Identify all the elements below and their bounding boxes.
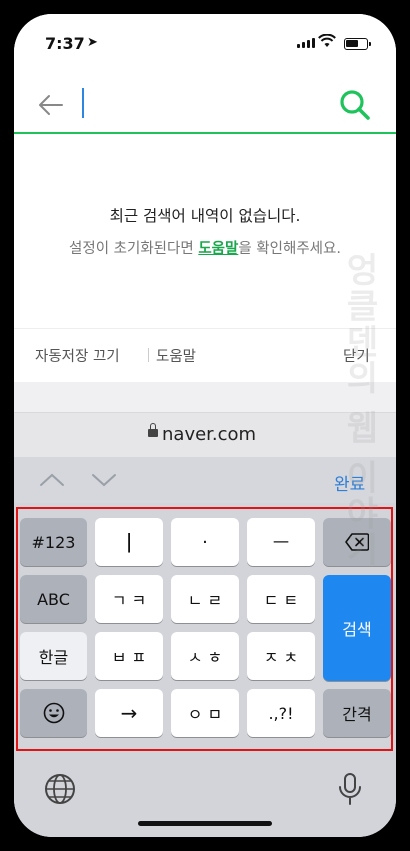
key-giyeok-kieuk[interactable]: ㄱ ㅋ	[95, 575, 163, 623]
search-icon[interactable]	[338, 88, 372, 122]
search-bar	[14, 76, 396, 134]
key-siot-hieut[interactable]: ㅅ ㅎ	[171, 632, 239, 680]
url-text: naver.com	[162, 424, 257, 445]
text-cursor	[82, 88, 84, 118]
no-history-text: 최근 검색어 내역이 없습니다.	[109, 207, 301, 225]
wifi-icon	[318, 33, 336, 52]
home-indicator	[138, 821, 272, 826]
key-hangul[interactable]: 한글	[20, 632, 87, 680]
chevron-down-icon[interactable]	[90, 467, 118, 493]
key-bieup-pieup[interactable]: ㅂ ㅍ	[95, 632, 163, 680]
location-arrow-icon: ➤	[87, 35, 98, 50]
keyboard-toolbar: 완료	[14, 457, 396, 503]
key-jieut-chieut[interactable]: ㅈ ㅊ	[247, 632, 315, 680]
autosave-off-button[interactable]: 자동저장 끄기	[35, 345, 120, 366]
page-spacer	[14, 382, 396, 412]
key-abc[interactable]: ABC	[20, 575, 87, 623]
key-arrow-right[interactable]: →	[95, 689, 163, 737]
lock-icon	[148, 423, 158, 437]
key-dot[interactable]: ·	[171, 518, 239, 566]
help-button[interactable]: 도움말	[156, 345, 196, 366]
empty-history-message: 최근 검색어 내역이 없습니다. 설정이 초기화된다면 도움말을 확인해주세요.	[14, 136, 396, 328]
help-link[interactable]: 도움말	[198, 241, 238, 257]
search-key[interactable]: 검색	[323, 575, 391, 681]
key-ieung-mieum[interactable]: ㅇ ㅁ	[171, 689, 239, 737]
space-key[interactable]: 간격	[323, 689, 391, 737]
backspace-key[interactable]	[323, 518, 391, 566]
backspace-icon	[345, 533, 369, 551]
key-digeut-tieut[interactable]: ㄷ ㅌ	[247, 575, 315, 623]
close-button[interactable]: 닫기	[343, 345, 370, 366]
done-button[interactable]: 완료	[334, 470, 365, 495]
reset-hint-text: 설정이 초기화된다면 도움말을 확인해주세요.	[14, 237, 396, 258]
key-numbers[interactable]: #123	[20, 518, 87, 566]
back-arrow-icon[interactable]	[36, 90, 66, 120]
reset-hint-suffix: 을 확인해주세요.	[238, 241, 341, 257]
battery-icon	[344, 38, 371, 50]
emoji-icon	[43, 702, 64, 724]
korean-keyboard: #123 ㅣ · ㅡ ABC ㄱ ㅋ ㄴ ㄹ ㄷ ㅌ 검색 한글 ㅂ ㅍ ㅅ ㅎ…	[14, 503, 396, 837]
emoji-key[interactable]	[20, 689, 87, 737]
status-time: 7:37	[45, 34, 85, 53]
phone-screen: 7:37 ➤ 최근 검색어 내역이 없습니다. 설정이 초기화된다면 도움말을 …	[14, 14, 396, 837]
key-nieun-rieul[interactable]: ㄴ ㄹ	[171, 575, 239, 623]
signal-icon	[297, 38, 315, 48]
key-vowel-eu[interactable]: ㅡ	[247, 518, 315, 566]
search-input[interactable]	[88, 86, 328, 122]
microphone-icon[interactable]	[332, 771, 368, 807]
divider	[148, 348, 149, 362]
browser-url-bar[interactable]: naver.com	[14, 412, 396, 457]
history-actions: 자동저장 끄기 도움말 닫기	[14, 328, 396, 382]
status-bar: 7:37 ➤	[14, 14, 396, 76]
key-vowel-i[interactable]: ㅣ	[95, 518, 163, 566]
globe-icon[interactable]	[42, 771, 78, 807]
chevron-up-icon[interactable]	[38, 467, 66, 493]
reset-hint-prefix: 설정이 초기화된다면	[69, 241, 199, 257]
key-punctuation[interactable]: .,?!	[247, 689, 315, 737]
